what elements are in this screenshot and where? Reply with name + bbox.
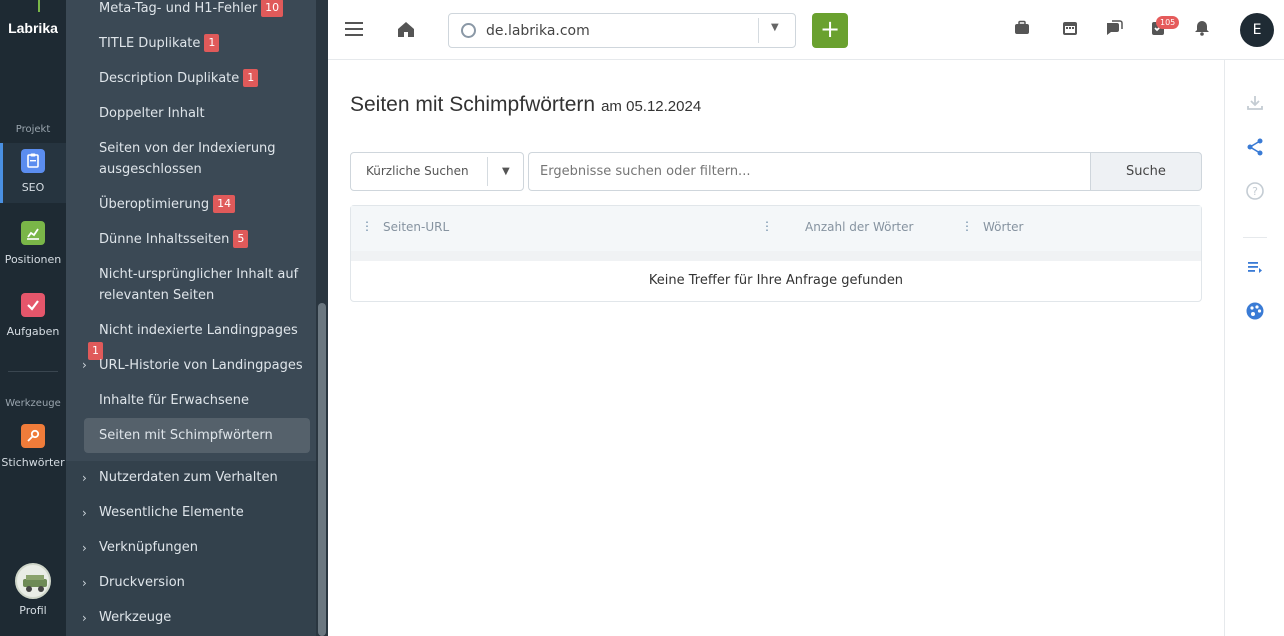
home-icon[interactable] (394, 18, 418, 42)
main-content: Seiten mit Schimpfwörtern am 05.12.2024 K… (328, 60, 1224, 636)
seo-subnav: Meta-Tag- und H1-Fehler 10 TITLE Duplikat… (66, 0, 328, 636)
menu-icon[interactable] (342, 18, 366, 42)
globe-icon (461, 23, 476, 38)
subnav-item-thin-content[interactable]: Dünne Inhaltsseiten 5 (84, 229, 310, 250)
empty-state-message: Keine Treffer für Ihre Anfrage gefunden (648, 273, 904, 288)
subnav-item-title-duplicates[interactable]: TITLE Duplikate 1 (84, 33, 310, 54)
list-settings-icon[interactable] (1245, 257, 1265, 277)
palette-icon[interactable] (1245, 301, 1265, 321)
chart-icon (21, 221, 45, 245)
caret-down-icon[interactable]: ▼ (771, 22, 779, 33)
task-count-badge: 105 (1156, 16, 1180, 29)
subnav-item-excluded-pages[interactable]: Seiten von der Indexierung ausgeschlosse… (84, 138, 310, 180)
column-header-words[interactable]: Wörter (983, 220, 1023, 234)
count-badge: 14 (213, 195, 236, 213)
rail-item-label: Stichwörter (1, 456, 65, 469)
share-icon[interactable] (1245, 137, 1265, 157)
section-label-tools: Werkzeuge (5, 398, 61, 409)
recent-searches-select[interactable]: Kürzliche Suchen ▼ (350, 152, 524, 191)
top-bar: de.labrika.com ▼ + 105 E (328, 0, 1284, 60)
table-header: ⋮ Seiten-URL ⋮ Anzahl der Wörter ⋮ Wörte… (351, 206, 1201, 251)
rail-item-seo[interactable]: SEO (0, 143, 66, 203)
subnav-group-tools[interactable]: Werkzeuge (99, 610, 171, 625)
chevron-right-icon: › (82, 541, 87, 555)
column-header-word-count[interactable]: Anzahl der Wörter (805, 220, 913, 234)
subnav-group-behavior-data[interactable]: Nutzerdaten zum Verhalten (99, 470, 278, 485)
chevron-right-icon: › (82, 506, 87, 520)
download-icon[interactable] (1245, 93, 1265, 113)
app-logo[interactable]: Labrika (0, 20, 66, 36)
calendar-icon[interactable] (1058, 18, 1082, 42)
rail-item-keywords[interactable]: Stichwörter (0, 418, 66, 478)
logo-accent (38, 0, 40, 12)
subnav-item-description-duplicates[interactable]: Description Duplikate 1 (84, 68, 310, 89)
right-tool-rail: ? (1224, 60, 1284, 636)
rail-item-tasks[interactable]: Aufgaben (0, 287, 66, 347)
count-badge: 5 (233, 230, 249, 248)
chevron-right-icon: › (82, 471, 87, 485)
main-rail: Labrika Projekt SEO Positionen Aufgaben … (0, 0, 66, 636)
profile-avatar[interactable] (15, 563, 51, 599)
briefcase-icon[interactable] (1010, 18, 1034, 42)
svg-text:?: ? (1252, 185, 1258, 198)
rail-item-positions[interactable]: Positionen (0, 215, 66, 275)
subnav-scrollbar-thumb[interactable] (318, 303, 326, 636)
report-date: am 05.12.2024 (601, 98, 702, 115)
rail-item-label: Aufgaben (6, 325, 60, 338)
add-button[interactable]: + (812, 13, 848, 48)
subnav-group-essential-elements[interactable]: Wesentliche Elemente (99, 505, 244, 520)
caret-down-icon[interactable]: ▼ (502, 166, 510, 177)
column-menu-icon[interactable]: ⋮ (361, 219, 373, 233)
rail-divider (8, 371, 58, 372)
section-label-project: Projekt (15, 124, 51, 135)
chat-icon[interactable] (1102, 18, 1126, 42)
domain-text: de.labrika.com (486, 23, 590, 39)
subnav-item-overoptimization[interactable]: Überoptimierung 14 (84, 194, 310, 215)
subnav-item-profanity-pages[interactable]: Seiten mit Schimpfwörtern (84, 418, 310, 453)
key-icon (21, 424, 45, 448)
chevron-right-icon: › (82, 576, 87, 590)
profile-label[interactable]: Profil (0, 604, 66, 617)
user-avatar[interactable]: E (1240, 13, 1274, 47)
subnav-group-links[interactable]: Verknüpfungen (99, 540, 198, 555)
column-header-url[interactable]: Seiten-URL (383, 220, 449, 234)
count-badge: 1 (243, 69, 259, 87)
subnav-item-non-original-content[interactable]: Nicht-ursprünglicher Inhalt auf relevant… (84, 264, 310, 306)
check-icon (21, 293, 45, 317)
help-icon[interactable]: ? (1245, 181, 1265, 201)
page-title: Seiten mit Schimpfwörtern am 05.12.2024 (350, 93, 702, 116)
results-table: ⋮ Seiten-URL ⋮ Anzahl der Wörter ⋮ Wörte… (350, 205, 1202, 302)
rail-item-label: SEO (21, 181, 45, 194)
count-badge: 1 (204, 34, 220, 52)
count-badge: 10 (261, 0, 284, 17)
subnav-item-meta-errors[interactable]: Meta-Tag- und H1-Fehler 10 (84, 0, 310, 19)
chevron-right-icon: › (82, 611, 87, 625)
subnav-item-adult-content[interactable]: Inhalte für Erwachsene (84, 390, 310, 411)
column-menu-icon[interactable]: ⋮ (761, 219, 773, 233)
subnav-item-url-history[interactable]: URL-Historie von Landingpages (84, 355, 310, 376)
bell-icon[interactable] (1190, 18, 1214, 42)
search-button[interactable]: Suche (1090, 152, 1202, 191)
column-menu-icon[interactable]: ⋮ (961, 219, 973, 233)
rail-item-label: Positionen (4, 253, 62, 266)
domain-selector[interactable]: de.labrika.com ▼ (448, 13, 796, 48)
subnav-group-print-version[interactable]: Druckversion (99, 575, 185, 590)
search-input[interactable] (528, 152, 1091, 191)
subnav-item-duplicate-content[interactable]: Doppelter Inhalt (84, 103, 310, 124)
clipboard-icon (21, 149, 45, 173)
